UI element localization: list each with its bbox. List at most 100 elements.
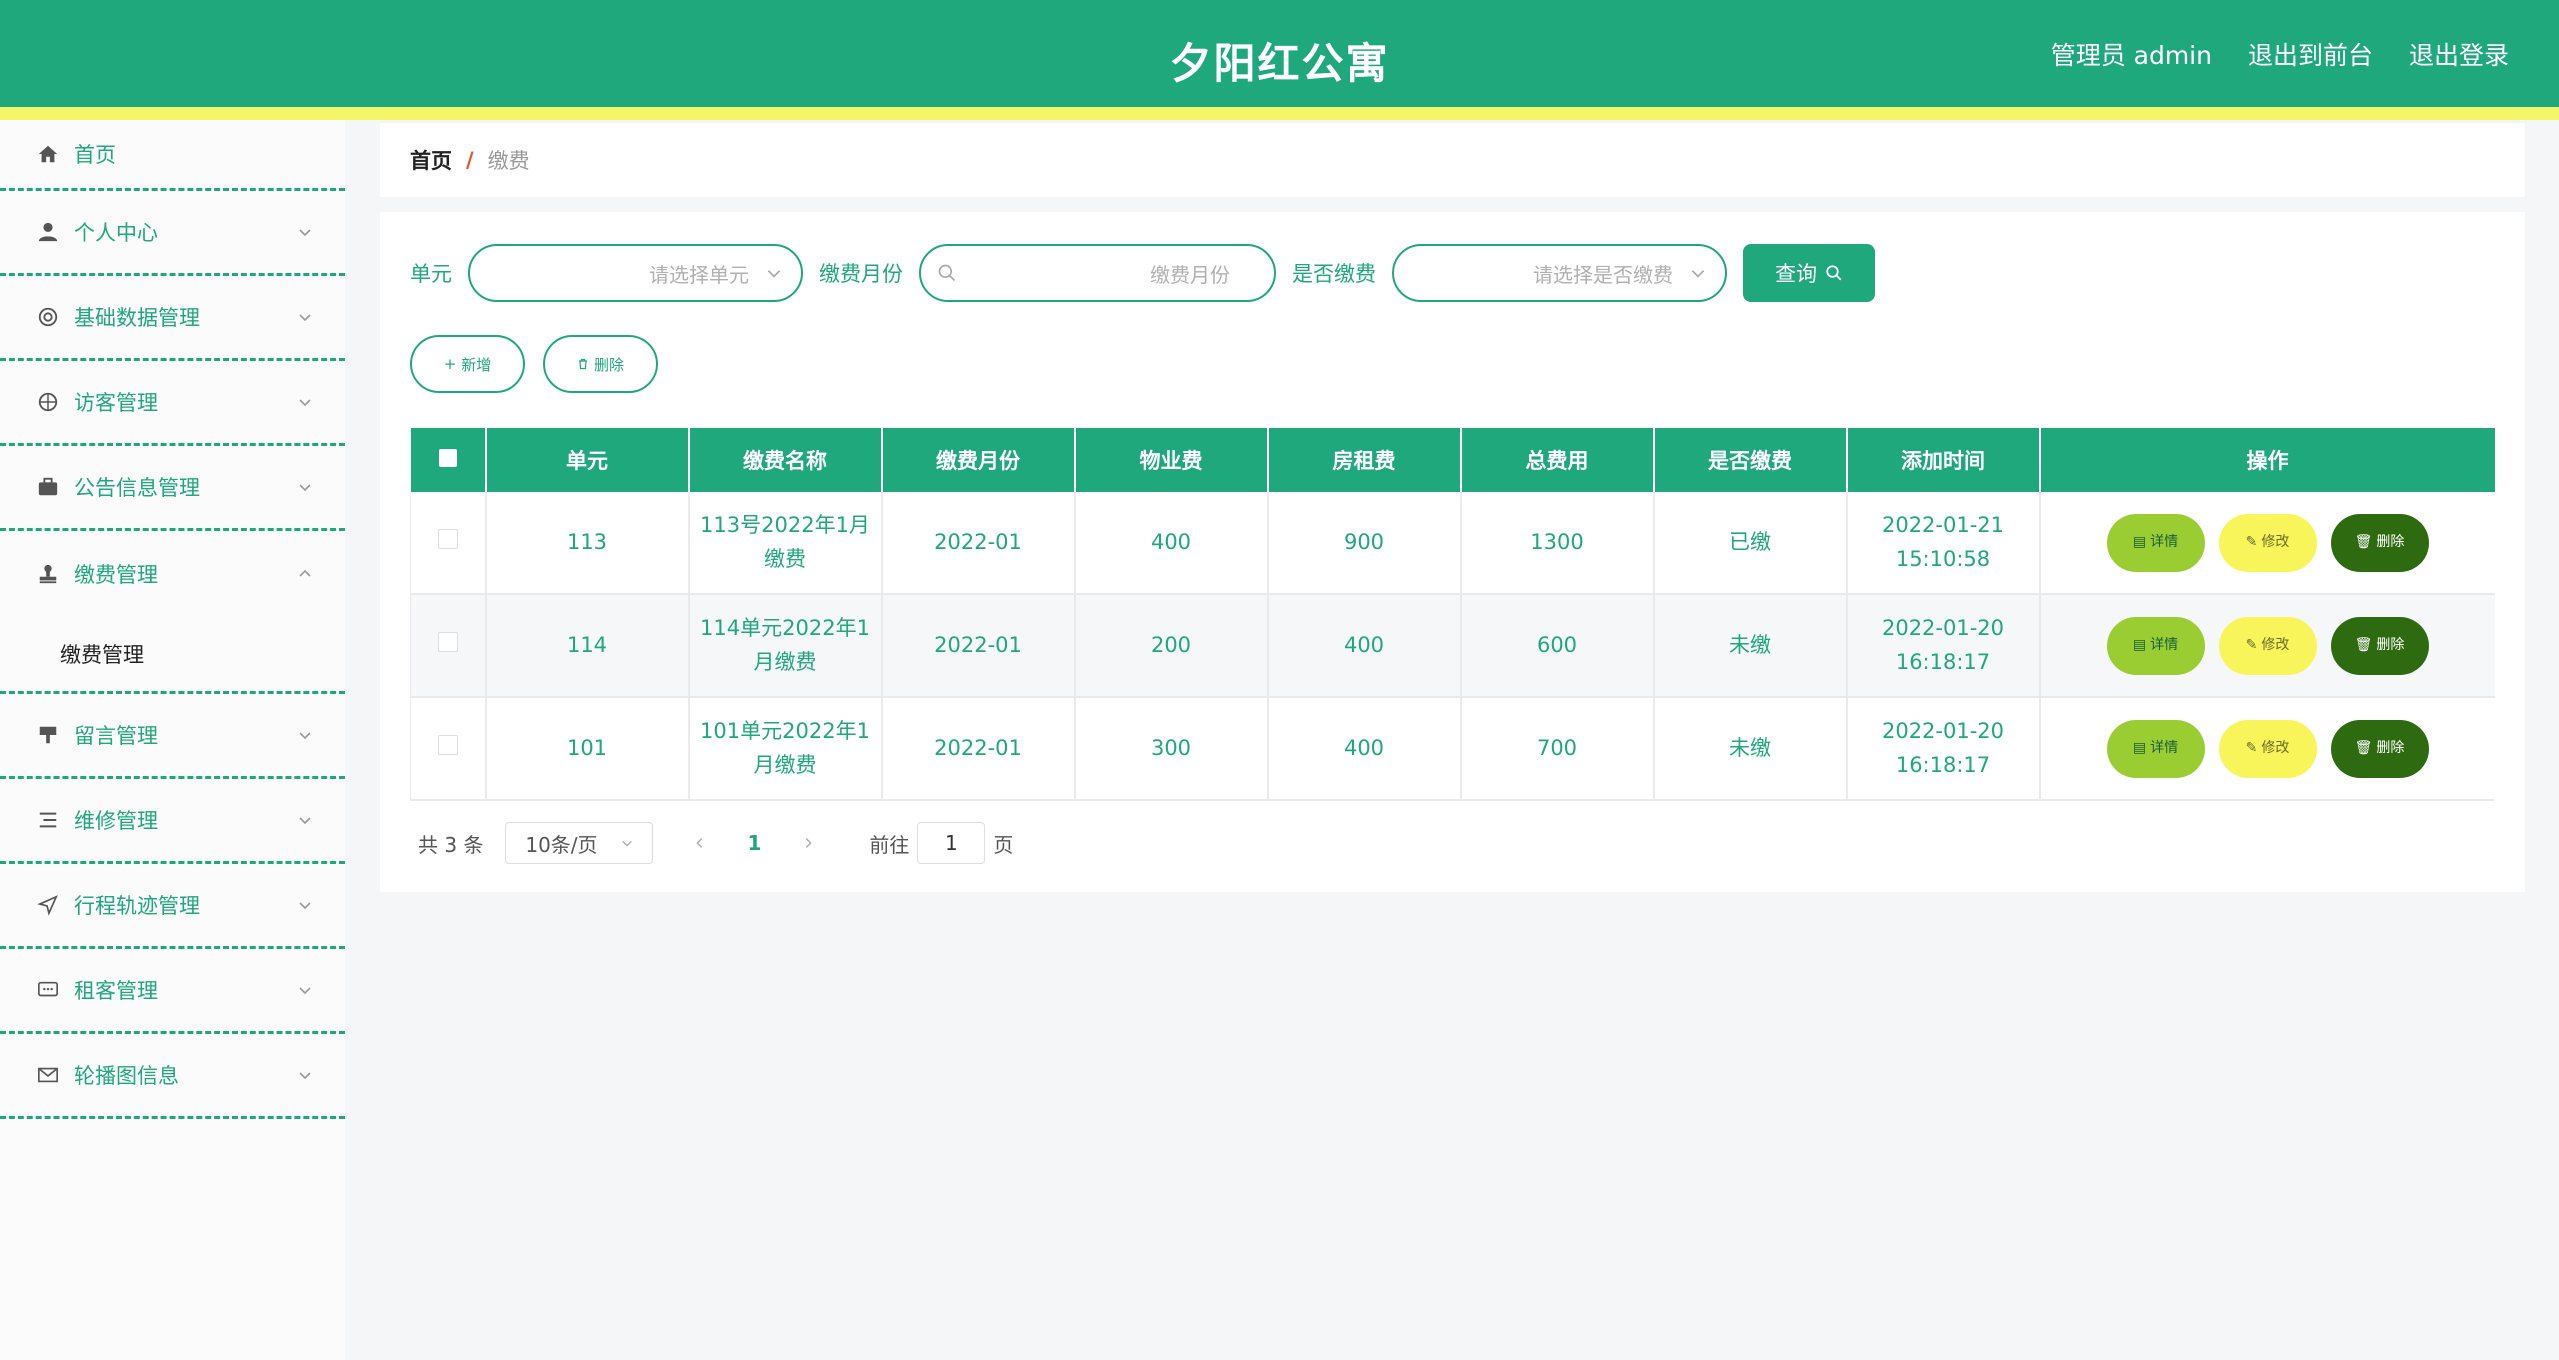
batch-delete-label: 删除 — [593, 355, 624, 374]
payment-month-cell: 2022-01 — [881, 594, 1076, 698]
breadcrumb-separator: / — [466, 148, 474, 172]
column-header: 单元 — [485, 428, 690, 492]
row-select-cell — [410, 594, 487, 698]
sidebar-item-announcement[interactable]: 公告信息管理 — [0, 446, 345, 531]
back-to-front-link[interactable]: 退出到前台 — [2248, 36, 2373, 72]
row-checkbox[interactable] — [437, 528, 458, 549]
edit-button-label: 修改 — [2261, 740, 2290, 757]
sidebar-item-payment[interactable]: 缴费管理 — [0, 531, 345, 616]
chevron-right-icon — [806, 838, 812, 848]
select-all-checkbox[interactable] — [438, 449, 457, 467]
chevron-down-icon — [299, 817, 311, 825]
operations-cell: ▤ 详情 ✎ 修改 🗑 删除 — [2039, 492, 2495, 595]
sidebar-item-label: 缴费管理 — [74, 562, 158, 587]
page-suffix: 页 — [993, 832, 1014, 857]
batch-delete-button[interactable]: 删除 — [543, 335, 658, 393]
sidebar-item-tenant[interactable]: 租客管理 — [0, 949, 345, 1034]
sidebar-item-personal-center[interactable]: 个人中心 — [0, 191, 345, 276]
column-header: 缴费名称 — [688, 428, 883, 492]
compass-icon — [36, 390, 60, 414]
main-content: 单元 请选择单元 缴费月份 缴费月份 是否缴费 请选择是否缴费 查询 + 新增 … — [380, 212, 2525, 892]
unit-select-placeholder: 请选择单元 — [649, 262, 749, 287]
sidebar-item-basic-data[interactable]: 基础数据管理 — [0, 276, 345, 361]
header-accent-strip — [0, 107, 2559, 120]
admin-account-link[interactable]: 管理员 admin — [2051, 36, 2212, 72]
detail-button-label: 详情 — [2150, 637, 2179, 654]
sidebar-item-label: 公告信息管理 — [74, 476, 200, 500]
chevron-down-icon — [299, 314, 311, 322]
breadcrumb-home[interactable]: 首页 — [410, 145, 452, 175]
total-fee-cell: 1300 — [1460, 492, 1655, 595]
pagination: 共 3 条 10条/页 1 前往 1 页 — [418, 822, 1013, 864]
trash-icon: 🗑 — [2354, 637, 2373, 654]
sidebar-item-repair[interactable]: 维修管理 — [0, 779, 345, 864]
sidebar-item-trajectory[interactable]: 行程轨迹管理 — [0, 864, 345, 949]
property-fee-cell: 200 — [1074, 594, 1269, 698]
search-icon — [1826, 265, 1842, 281]
breadcrumb: 首页 / 缴费 — [380, 123, 2525, 197]
row-checkbox[interactable] — [437, 734, 458, 755]
page-number[interactable]: 1 — [747, 831, 761, 855]
added-time-cell: 2022-01-20 16:18:17 — [1846, 697, 2041, 801]
chevron-down-icon — [767, 270, 781, 278]
logout-link[interactable]: 退出登录 — [2409, 36, 2509, 72]
row-checkbox[interactable] — [437, 631, 458, 652]
stamp-icon — [36, 562, 60, 586]
detail-button[interactable]: ▤ 详情 — [2106, 719, 2205, 778]
prev-page-button[interactable] — [693, 831, 707, 855]
chevron-down-icon — [621, 840, 632, 847]
chevron-left-icon — [696, 838, 703, 848]
search-icon — [938, 264, 956, 282]
detail-button[interactable]: ▤ 详情 — [2106, 513, 2205, 572]
paid-select[interactable]: 请选择是否缴费 — [1392, 244, 1727, 302]
detail-button[interactable]: ▤ 详情 — [2106, 616, 2205, 675]
plus-icon: + — [443, 355, 457, 373]
podium-icon — [36, 723, 60, 747]
unit-select[interactable]: 请选择单元 — [468, 244, 803, 302]
rent-fee-cell: 400 — [1267, 697, 1462, 801]
operations-cell: ▤ 详情 ✎ 修改 🗑 删除 — [2039, 697, 2495, 801]
payment-month-cell: 2022-01 — [881, 697, 1076, 801]
filter-bar: 单元 请选择单元 缴费月份 缴费月份 是否缴费 请选择是否缴费 查询 — [410, 242, 1875, 304]
column-header: 是否缴费 — [1653, 428, 1848, 492]
payment-table: 单元 缴费名称 缴费月份 物业费 房租费 总费用 是否缴费 添加时间 操作 11… — [410, 428, 2495, 801]
sidebar-item-message[interactable]: 留言管理 — [0, 694, 345, 779]
sidebar-item-label: 留言管理 — [74, 724, 158, 748]
chevron-down-icon — [299, 902, 311, 910]
total-fee-cell: 700 — [1460, 697, 1655, 801]
header-links: 管理员 admin 退出到前台 退出登录 — [2051, 36, 2509, 72]
sidebar-item-visitor[interactable]: 访客管理 — [0, 361, 345, 446]
edit-button[interactable]: ✎ 修改 — [2218, 513, 2317, 572]
payment-name-cell: 114单元2022年1月缴费 — [688, 594, 883, 698]
search-button[interactable]: 查询 — [1743, 244, 1875, 302]
delete-button[interactable]: 🗑 删除 — [2330, 513, 2429, 572]
rent-fee-cell: 900 — [1267, 492, 1462, 595]
edit-button[interactable]: ✎ 修改 — [2218, 616, 2317, 675]
delete-button-label: 删除 — [2376, 534, 2405, 551]
page-size-select[interactable]: 10条/页 — [505, 822, 654, 864]
goto-label: 前往 — [869, 832, 910, 857]
month-input[interactable]: 缴费月份 — [919, 244, 1276, 302]
chevron-down-icon — [1691, 270, 1705, 278]
operations-cell: ▤ 详情 ✎ 修改 🗑 删除 — [2039, 594, 2495, 698]
sidebar-subitem-payment-manage[interactable]: 缴费管理 — [0, 616, 345, 694]
lifebuoy-icon — [36, 305, 60, 329]
goto-page-input[interactable]: 1 — [917, 822, 986, 864]
edit-button-label: 修改 — [2261, 637, 2290, 654]
unit-filter-label: 单元 — [410, 262, 452, 286]
pencil-icon: ✎ — [2245, 740, 2258, 757]
sidebar-item-carousel[interactable]: 轮播图信息 — [0, 1034, 345, 1119]
chevron-down-icon — [299, 732, 311, 740]
delete-button[interactable]: 🗑 删除 — [2330, 719, 2429, 778]
paid-status-cell: 已缴 — [1653, 492, 1848, 595]
next-page-button[interactable] — [801, 831, 815, 855]
paid-select-placeholder: 请选择是否缴费 — [1533, 262, 1673, 287]
sidebar-item-label: 维修管理 — [74, 809, 158, 833]
delete-button-label: 删除 — [2376, 740, 2405, 757]
edit-button[interactable]: ✎ 修改 — [2218, 719, 2317, 778]
added-time-cell: 2022-01-21 15:10:58 — [1846, 492, 2041, 595]
added-time-cell: 2022-01-20 16:18:17 — [1846, 594, 2041, 698]
add-button[interactable]: + 新增 — [410, 335, 525, 393]
sidebar-item-home[interactable]: 首页 — [0, 120, 345, 191]
delete-button[interactable]: 🗑 删除 — [2330, 616, 2429, 675]
